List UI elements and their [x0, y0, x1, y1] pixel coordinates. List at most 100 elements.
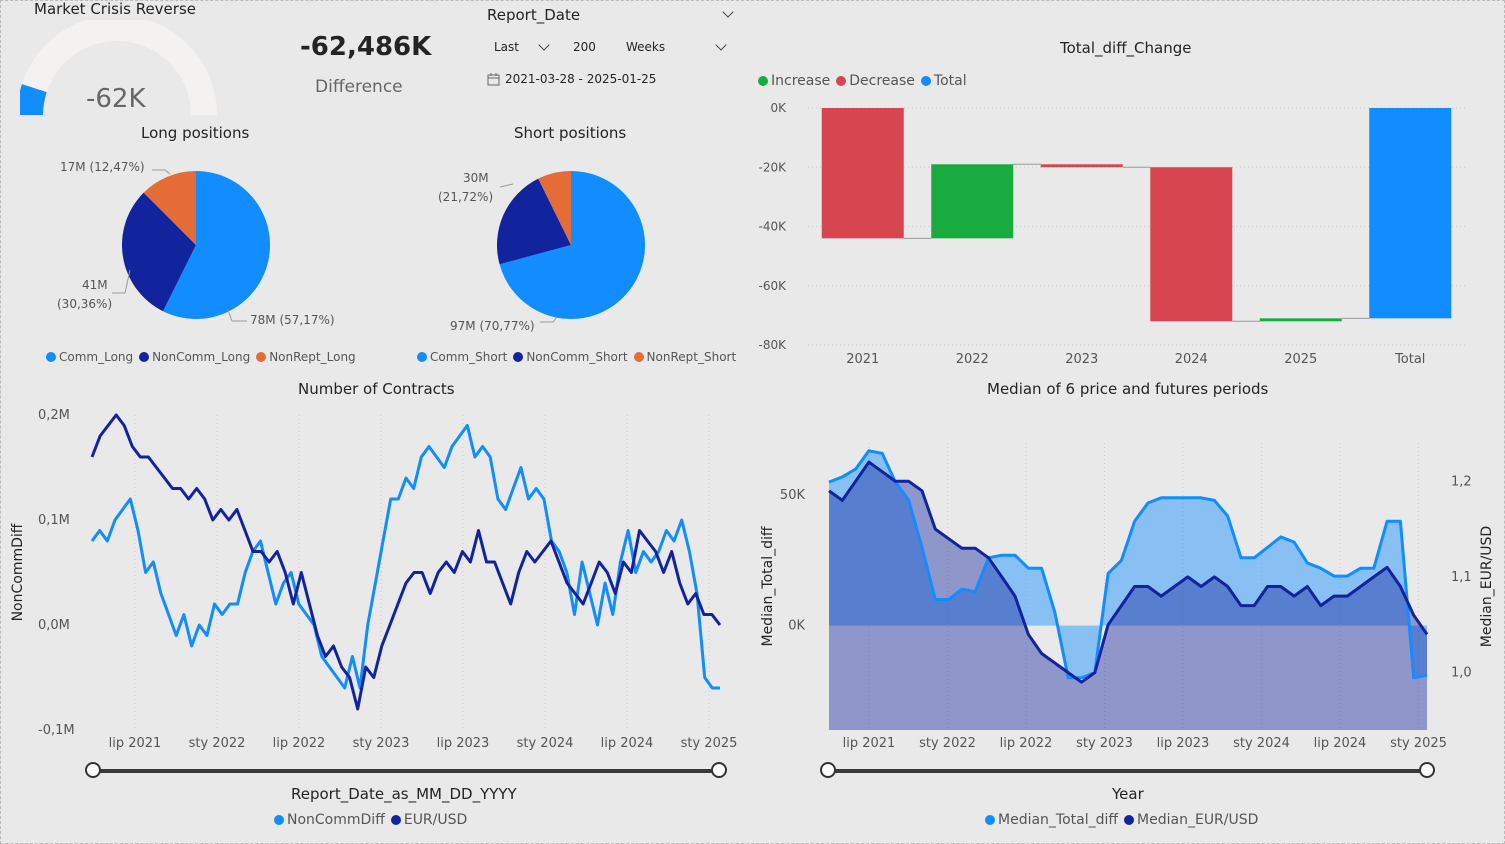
waterfall-legend: Increase Decrease Total — [758, 73, 967, 89]
x-tick-label: 2024 — [1175, 352, 1208, 367]
slicer-title: Report_Date — [487, 6, 581, 24]
line-chart: 0,2M 0,1M 0,0M -0,1M lip 2021 sty 2022 lip 202… — [10, 408, 738, 751]
waterfall-bar — [1369, 108, 1452, 319]
area-range-handle-end[interactable] — [1419, 762, 1435, 778]
waterfall-bar — [1259, 318, 1342, 322]
area-range-handle-start[interactable] — [820, 762, 836, 778]
slicer-count-input[interactable]: 200 — [564, 37, 610, 59]
long-pie-label-noncomm-pct: (30,36%) — [57, 297, 113, 311]
legend-dot — [985, 815, 995, 825]
short-pie-label-comm: 97M (70,77%) — [450, 319, 535, 333]
waterfall-chart: 0K -20K -40K -60K -80K 2021 2022 2023 2024 2025 To… — [759, 101, 1465, 367]
y-axis-label: NonCommDiff — [10, 523, 26, 621]
calendar-icon — [487, 72, 500, 85]
area-chart: 50K 0K 1,2 1,1 1,0 lip 2021 sty 2022 lip 2022 st… — [760, 443, 1495, 751]
legend-label: NonComm_Short — [526, 350, 628, 364]
gauge-value: -62K — [86, 84, 146, 114]
waterfall-bar — [821, 108, 904, 239]
slicer-mode-dropdown[interactable]: Last — [486, 37, 556, 59]
y-tick-label: 0,2M — [38, 408, 70, 423]
legend-item[interactable]: Comm_Long — [46, 350, 133, 364]
long-pie-legend: Comm_Long NonComm_Long NonRept_Long — [46, 350, 356, 364]
legend-item[interactable]: NonCommDiff — [274, 812, 385, 828]
legend-item[interactable]: EUR/USD — [390, 812, 468, 828]
legend-item[interactable]: NonRept_Short — [633, 350, 737, 364]
slicer-date-range-text: 2021-03-28 - 2025-01-25 — [505, 72, 657, 86]
x-tick-label: sty 2025 — [1390, 736, 1447, 751]
y-tick-label: 0K — [770, 101, 787, 115]
y-left-tick-label: 50K — [780, 488, 806, 503]
legend-item[interactable]: Comm_Short — [417, 350, 507, 364]
legend-label: NonRept_Short — [646, 350, 737, 364]
x-tick-label: lip 2022 — [1000, 736, 1053, 751]
waterfall-bar — [1040, 164, 1123, 168]
legend-item[interactable]: Decrease — [836, 73, 915, 89]
legend-item[interactable]: Median_Total_diff — [985, 812, 1118, 828]
slicer-date-range[interactable]: 2021-03-28 - 2025-01-25 — [487, 72, 656, 86]
x-tick-label: lip 2024 — [601, 736, 654, 751]
kpi-label: Difference — [315, 77, 403, 97]
x-tick-label: lip 2021 — [109, 736, 162, 751]
legend-dot — [513, 352, 524, 362]
chevron-down-icon — [715, 39, 727, 51]
slicer-unit-dropdown[interactable]: Weeks — [618, 37, 734, 59]
chevron-down-icon — [538, 39, 550, 51]
long-pie-label-noncomm-value: 41M — [82, 278, 108, 292]
legend-item[interactable]: Total — [920, 73, 967, 89]
legend-item[interactable]: Increase — [758, 73, 830, 89]
x-tick-label: 2022 — [956, 352, 989, 367]
legend-dot — [139, 352, 150, 362]
x-tick-label: Total — [1394, 352, 1425, 367]
legend-item[interactable]: NonRept_Long — [256, 350, 356, 364]
legend-item[interactable]: NonComm_Short — [513, 350, 628, 364]
long-pie-title: Long positions — [141, 124, 250, 142]
x-tick-label: sty 2022 — [919, 736, 976, 751]
legend-dot — [256, 352, 267, 362]
short-pie-title: Short positions — [514, 124, 627, 142]
legend-label: Median_EUR/USD — [1137, 812, 1259, 828]
x-tick-label: sty 2024 — [1233, 736, 1290, 751]
y-tick-label: 0,0M — [38, 618, 70, 633]
waterfall-bar — [1150, 167, 1233, 322]
x-tick-label: sty 2025 — [681, 736, 738, 751]
legend-dot — [390, 815, 401, 825]
x-tick-label: lip 2022 — [273, 736, 326, 751]
line-chart-title: Number of Contracts — [298, 380, 455, 398]
legend-dot — [758, 76, 768, 86]
gauge-fill — [20, 84, 47, 116]
legend-dot — [46, 352, 56, 362]
short-pie-label-noncomm-value: 30M — [463, 171, 489, 185]
slicer-collapse-chevron-icon[interactable] — [722, 6, 734, 18]
slicer-unit-value: Weeks — [626, 40, 666, 54]
y-tick-label: -40K — [759, 220, 788, 234]
legend-dot — [274, 815, 284, 825]
y-tick-label: -60K — [759, 279, 788, 293]
line-range-handle-start[interactable] — [85, 762, 101, 778]
y-tick-label: -0,1M — [38, 723, 75, 738]
area-chart-legend: Median_Total_diff Median_EUR/USD — [985, 812, 1258, 828]
area-range-track — [829, 769, 1427, 773]
y-tick-label: -20K — [759, 160, 788, 174]
legend-item[interactable]: Median_EUR/USD — [1124, 812, 1258, 828]
long-pie-label-nonrept: 17M (12,47%) — [60, 160, 145, 174]
short-pie-label-noncomm-pct: (21,72%) — [438, 190, 494, 204]
x-tick-label: lip 2024 — [1314, 736, 1367, 751]
y-right-tick-label: 1,1 — [1451, 570, 1472, 585]
x-tick-label: lip 2023 — [1157, 736, 1210, 751]
legend-dot — [417, 352, 427, 362]
x-tick-label: sty 2023 — [353, 736, 410, 751]
y-tick-label: -80K — [759, 338, 788, 352]
legend-label: EUR/USD — [403, 812, 468, 828]
legend-label: Comm_Long — [59, 350, 134, 364]
y-right-tick-label: 1,2 — [1451, 474, 1472, 489]
line-range-handle-end[interactable] — [711, 762, 727, 778]
eurusd-line — [90, 413, 722, 711]
gauge-title: Market Crisis Reverse — [34, 0, 196, 18]
line-range-track — [94, 769, 719, 773]
x-tick-label: sty 2023 — [1076, 736, 1133, 751]
area-chart-title: Median of 6 price and futures periods — [987, 380, 1269, 398]
legend-item[interactable]: NonComm_Long — [139, 350, 250, 364]
slicer-count-value: 200 — [573, 40, 596, 54]
y-left-axis-label: Median_Total_diff — [760, 526, 776, 646]
legend-label: Median_Total_diff — [998, 812, 1119, 828]
